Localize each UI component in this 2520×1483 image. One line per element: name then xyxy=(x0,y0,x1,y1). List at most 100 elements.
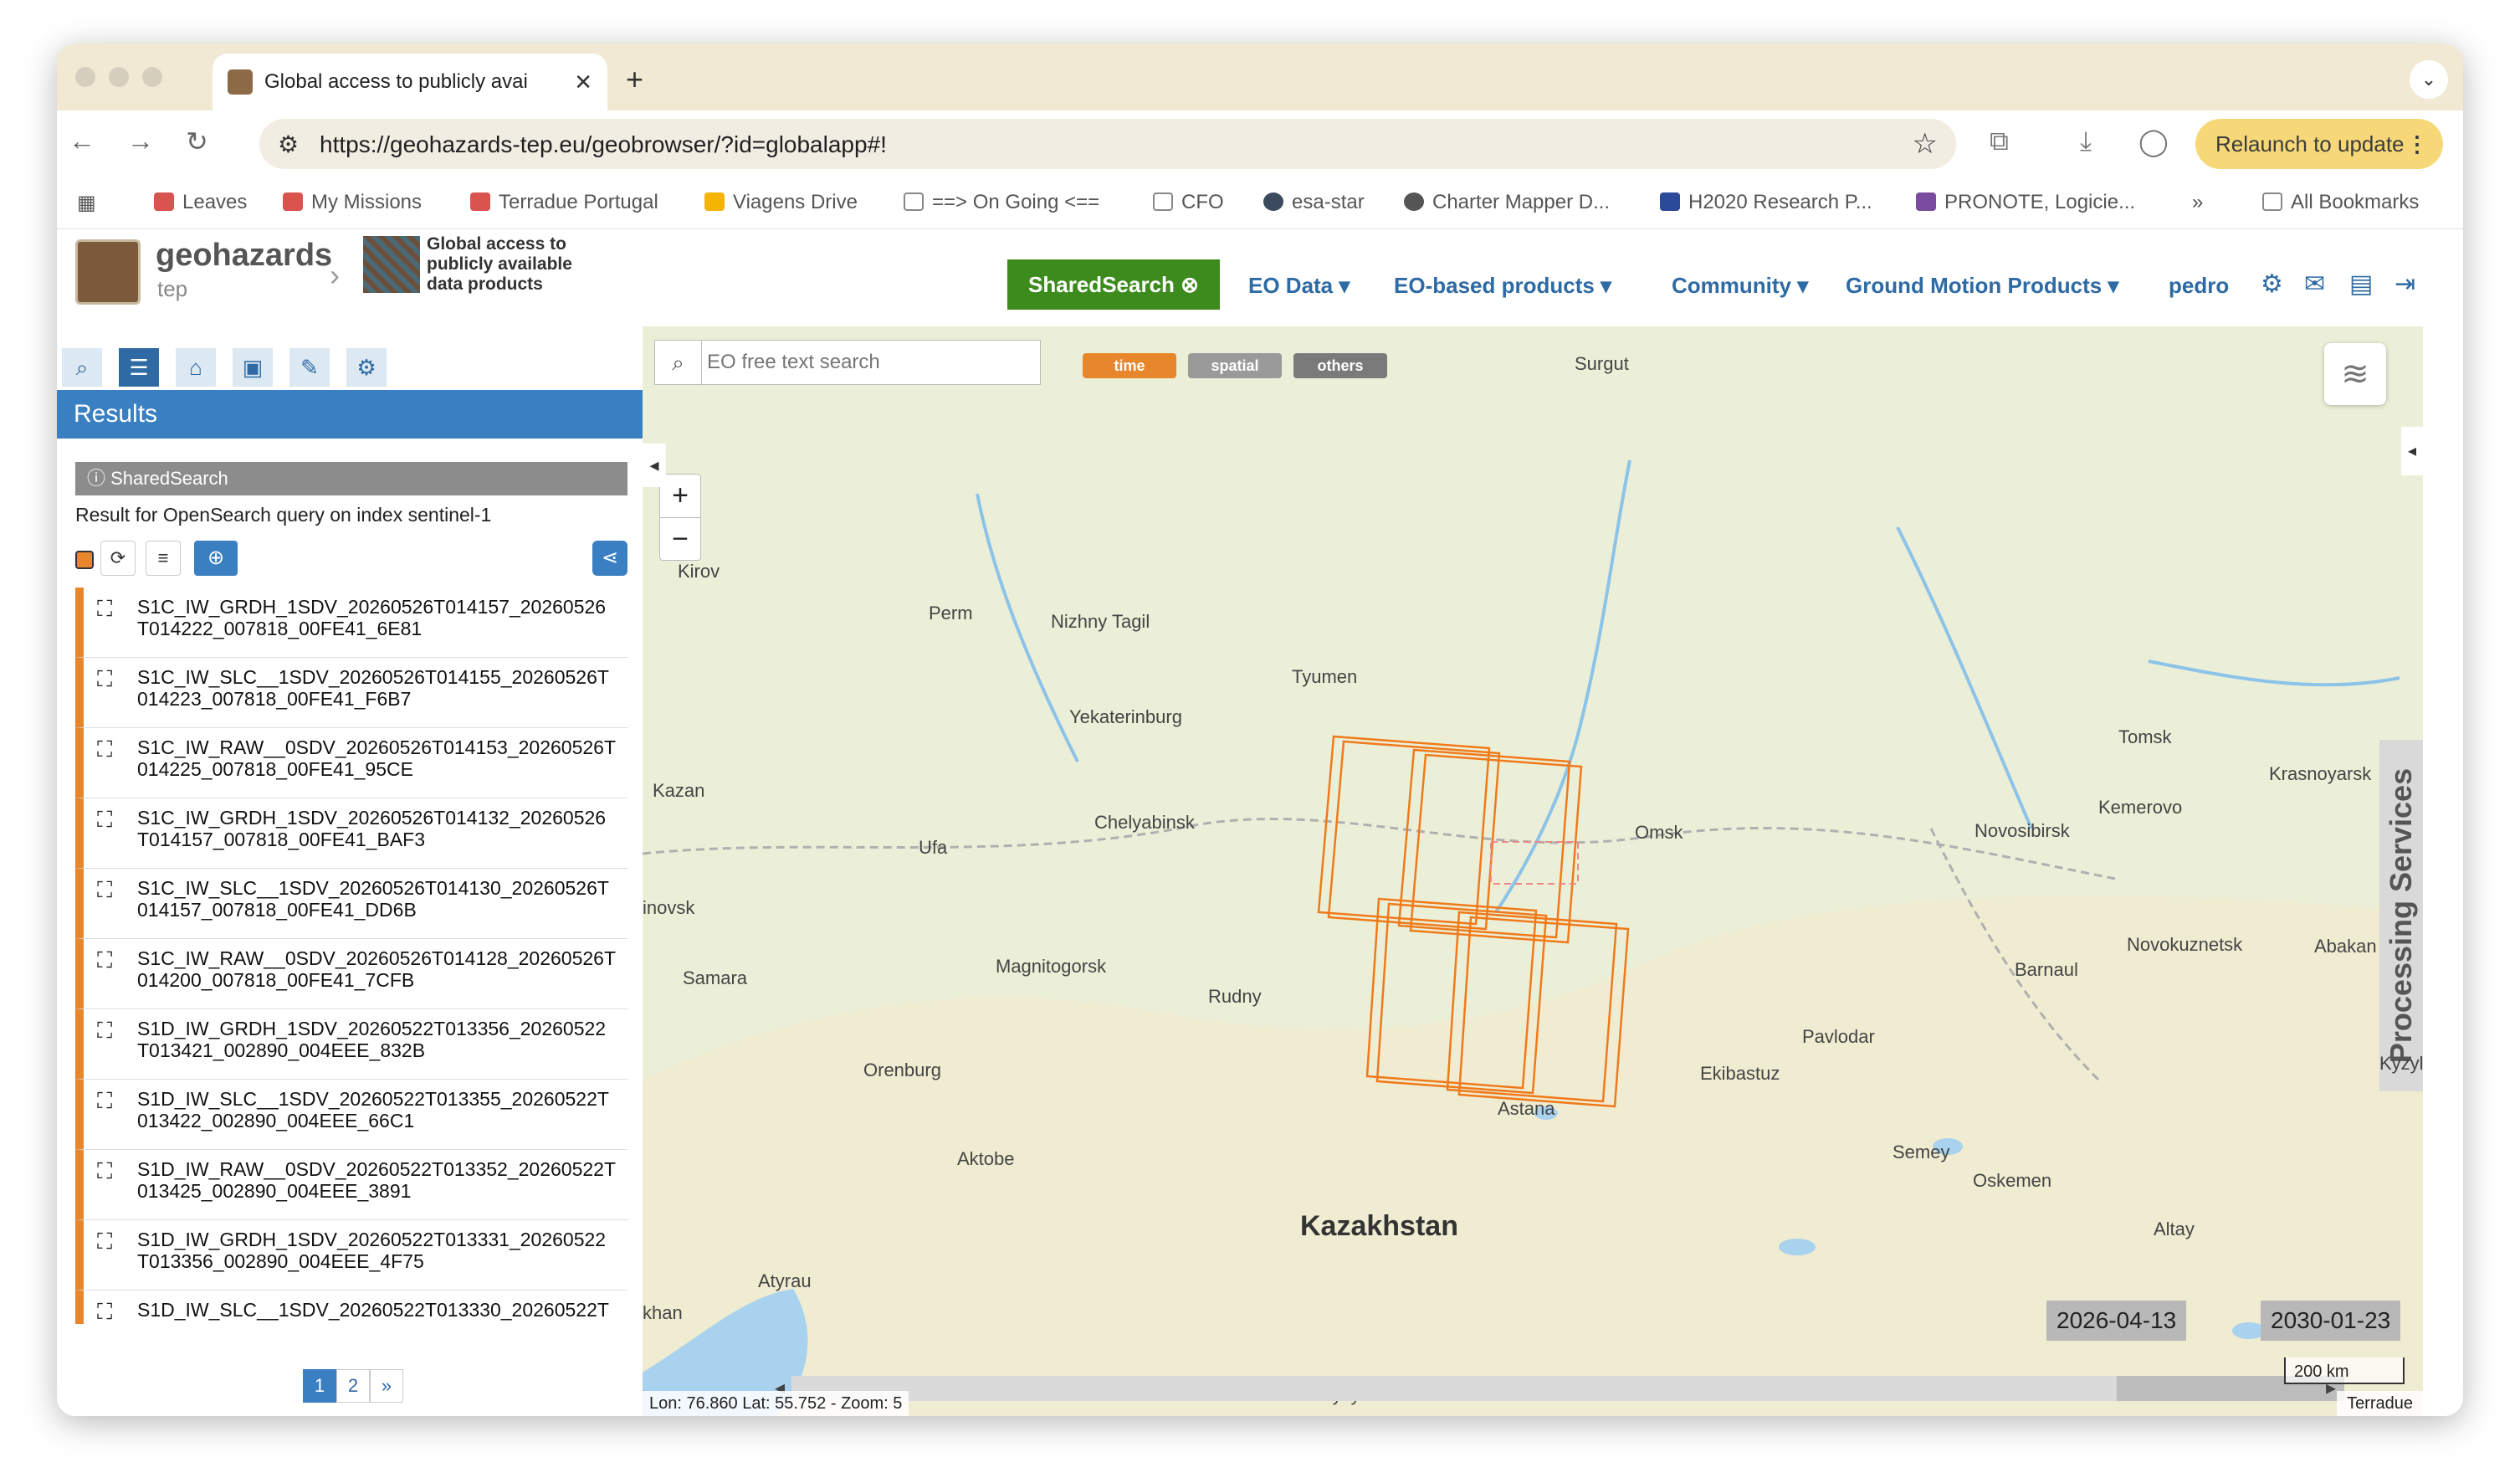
bookmark-terradue-portugal[interactable]: Terradue Portugal xyxy=(470,191,658,214)
apps-grid-icon[interactable]: ▦ xyxy=(77,191,96,215)
city-label: inovsk xyxy=(643,897,695,918)
tab-settings[interactable]: ⚙ xyxy=(346,348,387,387)
search-icon[interactable]: ⌕ xyxy=(655,341,702,384)
page-1-button[interactable]: 1 xyxy=(303,1369,336,1403)
list-view-button[interactable]: ≡ xyxy=(146,541,181,576)
tab-results[interactable]: ☰ xyxy=(119,348,159,387)
list-item[interactable]: ⛶ S1C_IW_GRDH_1SDV_20260526T014132_202605… xyxy=(75,798,627,869)
profile-icon[interactable]: ◯ xyxy=(2138,126,2169,157)
share-icon[interactable]: ⋖ xyxy=(592,541,627,576)
forward-arrow-icon[interactable]: → xyxy=(127,126,154,157)
tab-archive[interactable]: ▣ xyxy=(233,348,273,387)
list-item[interactable]: ⛶ S1C_IW_SLC__1SDV_20260526T014155_202605… xyxy=(75,658,627,728)
layers-icon[interactable]: ≋ xyxy=(2324,343,2386,405)
bookmark-viagens-drive[interactable]: Viagens Drive xyxy=(704,191,858,214)
list-item[interactable]: ⛶ S1C_IW_RAW__0SDV_20260526T014128_202605… xyxy=(75,939,627,1009)
book-icon[interactable]: ▤ xyxy=(2349,269,2373,299)
bookmark-my-missions[interactable]: My Missions xyxy=(283,191,422,214)
settings-gear-icon[interactable]: ⚙ xyxy=(2261,269,2283,299)
filter-spatial[interactable]: spatial xyxy=(1188,353,1282,378)
reload-icon[interactable]: ↻ xyxy=(186,126,208,157)
list-item[interactable]: ⛶ S1D_IW_GRDH_1SDV_20260522T013356_202605… xyxy=(75,1009,627,1080)
shared-search-button[interactable]: SharedSearch ⊗ xyxy=(1007,259,1220,310)
city-label: Pavlodar xyxy=(1802,1026,1875,1047)
list-item[interactable]: ⛶ S1C_IW_RAW__0SDV_20260526T014153_202605… xyxy=(75,728,627,798)
bookmark-pronote[interactable]: PRONOTE, Logicie... xyxy=(1916,191,2135,214)
timeline-start-label[interactable]: 2026-04-13 xyxy=(2046,1301,2187,1341)
bookmark-label: All Bookmarks xyxy=(2291,191,2420,213)
address-bar[interactable]: ⚙ https://geohazards-tep.eu/geobrowser/?… xyxy=(259,119,1956,169)
collapse-sidebar-icon[interactable]: ◂ xyxy=(643,444,666,487)
nav-ground-motion-products[interactable]: Ground Motion Products ▾ xyxy=(1846,273,2118,299)
minimize-window-dot[interactable] xyxy=(109,67,129,87)
tab-search[interactable]: ⌕ xyxy=(62,348,102,387)
url-text[interactable]: https://geohazards-tep.eu/geobrowser/?id… xyxy=(320,131,887,158)
river xyxy=(2148,659,2400,687)
city-label: khan xyxy=(643,1302,683,1323)
bookmark-on-going[interactable]: ==> On Going <== xyxy=(904,191,1099,214)
list-icon: ☰ xyxy=(129,355,149,380)
bookmark-charter-mapper[interactable]: Charter Mapper D... xyxy=(1404,191,1610,214)
zoom-in-button[interactable]: + xyxy=(660,475,700,517)
download-icon[interactable]: ⤓ xyxy=(2080,126,2092,157)
processing-services-tab[interactable]: Processing Services xyxy=(2379,740,2423,1091)
page-2-button[interactable]: 2 xyxy=(336,1369,370,1403)
list-item[interactable]: ⛶ S1D_IW_GRDH_1SDV_20260522T013331_202605… xyxy=(75,1220,627,1291)
map-attribution[interactable]: Terradue xyxy=(2337,1391,2423,1416)
list-item[interactable]: ⛶ S1D_IW_SLC__1SDV_20260522T013355_202605… xyxy=(75,1080,627,1150)
refresh-button[interactable]: ⟳ xyxy=(100,541,136,576)
site-settings-icon[interactable]: ⚙ xyxy=(278,131,299,158)
tab-basket[interactable]: ⌂ xyxy=(176,348,216,387)
city-label: Barnaul xyxy=(2015,959,2078,980)
logo-title[interactable]: geohazards xyxy=(156,238,332,274)
geohazards-logo-icon[interactable] xyxy=(75,239,141,305)
more-menu-icon[interactable]: ⋮ xyxy=(2406,119,2428,169)
filter-time[interactable]: time xyxy=(1083,353,1176,378)
drive-favicon-icon xyxy=(704,192,725,211)
map-canvas[interactable] xyxy=(643,326,2423,1416)
extensions-icon[interactable]: ⧉ xyxy=(1990,126,2009,157)
nav-eo-based-products[interactable]: EO-based products ▾ xyxy=(1394,273,1611,299)
zoom-out-button[interactable]: − xyxy=(660,517,700,560)
new-tab-button[interactable]: + xyxy=(626,62,643,97)
bookmark-cfo[interactable]: CFO xyxy=(1153,191,1224,214)
results-sidebar: ⌕ ☰ ⌂ ▣ ✎ ⚙ Results ⓘ SharedSearch Resul… xyxy=(57,326,643,1416)
logout-icon[interactable]: ⇥ xyxy=(2395,269,2415,299)
nav-community[interactable]: Community ▾ xyxy=(1672,273,1808,299)
timeline-end-label[interactable]: 2030-01-23 xyxy=(2261,1301,2401,1341)
close-window-dot[interactable] xyxy=(75,67,95,87)
bookmarks-overflow-button[interactable]: » xyxy=(2192,191,2203,214)
add-to-basket-button[interactable]: ⊕ xyxy=(194,541,238,576)
eo-search-input[interactable] xyxy=(707,347,1033,377)
city-label: Atyrau xyxy=(758,1270,812,1291)
bookmark-esa-star[interactable]: esa-star xyxy=(1263,191,1365,214)
map-view[interactable]: ⌕ time spatial others + − ≋ ◂ Processing… xyxy=(643,326,2423,1416)
bookmark-h2020[interactable]: H2020 Research P... xyxy=(1660,191,1872,214)
collapse-right-panel-icon[interactable]: ◂ xyxy=(2401,427,2423,475)
tab-draw[interactable]: ✎ xyxy=(289,348,330,387)
all-bookmarks[interactable]: All Bookmarks xyxy=(2262,191,2419,214)
filter-others[interactable]: others xyxy=(1293,353,1387,378)
bookmark-label: Leaves xyxy=(182,191,248,213)
list-item[interactable]: ⛶ S1D_IW_SLC__1SDV_20260522T013330_202605… xyxy=(75,1291,627,1324)
maximize-window-dot[interactable] xyxy=(142,67,162,87)
nav-eo-data[interactable]: EO Data ▾ xyxy=(1248,273,1350,299)
bookmark-star-icon[interactable]: ☆ xyxy=(1913,127,1938,161)
country-label: Kazakhstan xyxy=(1300,1210,1458,1242)
user-menu[interactable]: pedro xyxy=(2169,273,2229,299)
list-item[interactable]: ⛶ S1D_IW_RAW__0SDV_20260522T013352_202605… xyxy=(75,1150,627,1220)
city-label: Astana xyxy=(1498,1098,1555,1119)
bookmark-leaves[interactable]: Leaves xyxy=(154,191,247,214)
list-item[interactable]: ⛶ S1C_IW_GRDH_1SDV_20260526T014157_202605… xyxy=(75,588,627,658)
browser-tab[interactable]: Global access to publicly avai ✕ xyxy=(213,54,607,110)
tab-search-chevron-icon[interactable]: ⌄ xyxy=(2410,60,2448,99)
close-icon[interactable]: ✕ xyxy=(574,69,592,95)
bookmark-label: Charter Mapper D... xyxy=(1432,191,1611,213)
mail-icon[interactable]: ✉ xyxy=(2304,269,2325,299)
select-all-checkbox[interactable] xyxy=(75,551,94,569)
timeline-bar[interactable] xyxy=(791,1376,2318,1401)
back-arrow-icon[interactable]: ← xyxy=(69,126,95,157)
list-item[interactable]: ⛶ S1C_IW_SLC__1SDV_20260526T014130_202605… xyxy=(75,869,627,939)
next-page-button[interactable]: » xyxy=(370,1369,403,1403)
relaunch-button[interactable]: Relaunch to update ⋮ xyxy=(2195,119,2443,169)
